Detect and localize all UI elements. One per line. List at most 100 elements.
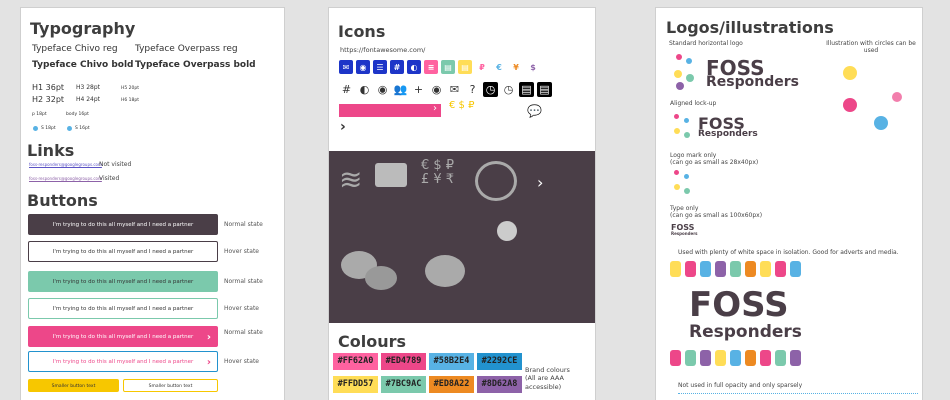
currencies-icon: € $ ₽ £ ¥ ₹ — [421, 158, 455, 187]
logo-wordmark-responders: Responders — [706, 74, 799, 90]
euro-icon: € — [496, 62, 502, 72]
swatch-58b2e4: #58B2E4 — [429, 353, 474, 370]
rss-icon: ☰ — [373, 60, 387, 74]
aligned-wordmark-responders: Responders — [698, 129, 758, 139]
aligned-label: Aligned lock-up — [670, 100, 717, 107]
link-visited[interactable]: foss-responders@googlegroups.com — [29, 176, 102, 181]
coins-icon: ≋ — [339, 163, 363, 196]
heading-h6: H6 18pt — [121, 98, 140, 103]
size-s18: S 18pt — [41, 126, 56, 131]
chevron-right-icon: › — [206, 357, 211, 368]
figure-row-top — [670, 261, 810, 279]
money-bill-icon — [375, 163, 407, 187]
buttons-title: Buttons — [27, 191, 98, 210]
button-dark-normal[interactable]: I'm trying to do this all myself and I n… — [28, 214, 218, 235]
eye-icon: ◉ — [431, 83, 442, 96]
dollar-icon: $ — [530, 62, 536, 72]
coins-icon: ≡ — [424, 60, 438, 74]
button-pink-normal[interactable]: I'm trying to do this all myself and I n… — [28, 326, 218, 347]
type-only-label: Type only (can go as small as 100x60px) — [670, 205, 763, 220]
button-dark-hover[interactable]: I'm trying to do this all myself and I n… — [28, 241, 218, 262]
icon-row-2: # ◐ ◉ 👥 + ◉ ✉ ? ◷ ◷ ▤ ▤ — [339, 82, 552, 97]
money-bill-icon: ▤ — [441, 60, 455, 74]
logos-title: Logos/illustrations — [666, 18, 834, 37]
circles-label: Illustration with circles can be used — [826, 40, 916, 54]
whitespace-label: Used with plenty of white space in isola… — [678, 249, 899, 256]
heading-h1: H1 36pt — [32, 83, 65, 92]
colours-title: Colours — [338, 332, 407, 351]
logo-mark-icon — [672, 114, 696, 142]
standard-logo-label: Standard horizontal logo — [669, 40, 743, 47]
button-green-hover[interactable]: I'm trying to do this all myself and I n… — [28, 298, 218, 319]
swatch-hex: #7BC9AC — [385, 379, 422, 389]
small-button-normal[interactable]: Smaller button text — [28, 379, 119, 392]
ruble-icon: ₽ — [479, 62, 485, 72]
swatch-ed8a22: #ED8A22 — [429, 376, 474, 393]
discourse-dark-icon: ◐ — [359, 83, 370, 96]
typeface-overpass-reg: Typeface Overpass reg — [135, 44, 238, 54]
logo-mark-icon — [672, 54, 704, 90]
chevron-right-icon[interactable]: › — [537, 173, 543, 192]
comment-icon — [425, 255, 465, 287]
icon-showcase-dark: ≋ € $ ₽ £ ¥ ₹ › — [329, 151, 595, 323]
button-pink-hover[interactable]: I'm trying to do this all myself and I n… — [28, 351, 218, 372]
button-state: Normal state — [224, 329, 263, 336]
plus-icon: + — [413, 83, 424, 96]
logos-panel: Logos/illustrations Standard horizontal … — [655, 7, 923, 400]
icons-title: Icons — [338, 22, 386, 41]
big-wordmark-foss: FOSS — [689, 285, 789, 325]
slack-icon: # — [390, 60, 404, 74]
circles-illustration — [838, 60, 918, 132]
chevron-right-icon: › — [206, 332, 211, 343]
swatch-hex: #ED8A22 — [433, 379, 470, 389]
icon-row-1: ✉ ◉ ☰ # ◐ ≡ ▤ ▤ ₽ € ¥ $ — [339, 60, 540, 74]
heading-h5: H5 20pt — [121, 86, 140, 91]
microphone-icon — [497, 221, 517, 241]
typography-panel: Typography Typeface Chivo reg Typeface O… — [20, 7, 285, 400]
fontawesome-url[interactable]: https://fontawesome.com/ — [340, 46, 425, 54]
link-not-visited[interactable]: foss-responders@googlegroups.com — [29, 162, 102, 167]
brand-colours-note: Brand colours (All are AAA accessible) — [525, 366, 570, 391]
links-title: Links — [27, 141, 75, 160]
icons-panel: Icons https://fontawesome.com/ ✉ ◉ ☰ # ◐… — [328, 7, 596, 400]
typeface-chivo-bold: Typeface Chivo bold — [32, 60, 134, 70]
swatch-ff62a0: #FF62A0 — [333, 353, 378, 370]
swatch-7bc9ac: #7BC9AC — [381, 376, 426, 393]
button-state: Hover state — [224, 358, 259, 365]
heading-h3: H3 28pt — [76, 84, 101, 91]
currency-outline-icon: € $ ₽ — [449, 100, 475, 111]
github-dark-icon: ◉ — [377, 83, 388, 96]
heading-h4: H4 24pt — [76, 96, 101, 103]
small-button-hover[interactable]: Smaller button text — [123, 379, 218, 392]
bullet-icon — [67, 126, 72, 131]
money-bill-icon: ▤ — [458, 60, 472, 74]
swatch-ffdd57: #FFDD57 — [333, 376, 378, 393]
comments-icon: 💬 — [527, 104, 542, 118]
chevron-right-icon[interactable]: › — [340, 119, 346, 135]
typeface-chivo-reg: Typeface Chivo reg — [32, 44, 118, 54]
heading-h2: H2 32pt — [32, 95, 65, 104]
file-icon: ▤ — [519, 82, 534, 97]
swatch-hex: #FF62A0 — [337, 356, 374, 366]
opacity-label: Not used in full opacity and only sparse… — [678, 382, 803, 389]
button-state: Hover state — [224, 248, 259, 255]
chevron-right-icon: › — [433, 103, 437, 114]
button-state: Hover state — [224, 305, 259, 312]
swatch-hex: #ED4789 — [385, 356, 422, 366]
button-label: I'm trying to do this all myself and I n… — [52, 334, 194, 340]
swatch-hex: #FFDD57 — [337, 379, 374, 389]
envelope-icon: ✉ — [339, 60, 353, 74]
button-green-normal[interactable]: I'm trying to do this all myself and I n… — [28, 271, 218, 292]
discourse-icon: ◐ — [407, 60, 421, 74]
button-state: Normal state — [224, 278, 263, 285]
size-s16: S 16pt — [75, 126, 90, 131]
swatch-hex: #2292CE — [481, 356, 518, 366]
link-state-1: Not visited — [99, 161, 132, 168]
para-body: body 16pt — [66, 112, 89, 117]
bullet-icon — [33, 126, 38, 131]
slack-dark-icon: # — [341, 83, 352, 96]
swatch-ed4789: #ED4789 — [381, 353, 426, 370]
logo-mark-icon — [672, 170, 694, 198]
github-icon: ◉ — [356, 60, 370, 74]
para-p: p 18pt — [32, 112, 47, 117]
